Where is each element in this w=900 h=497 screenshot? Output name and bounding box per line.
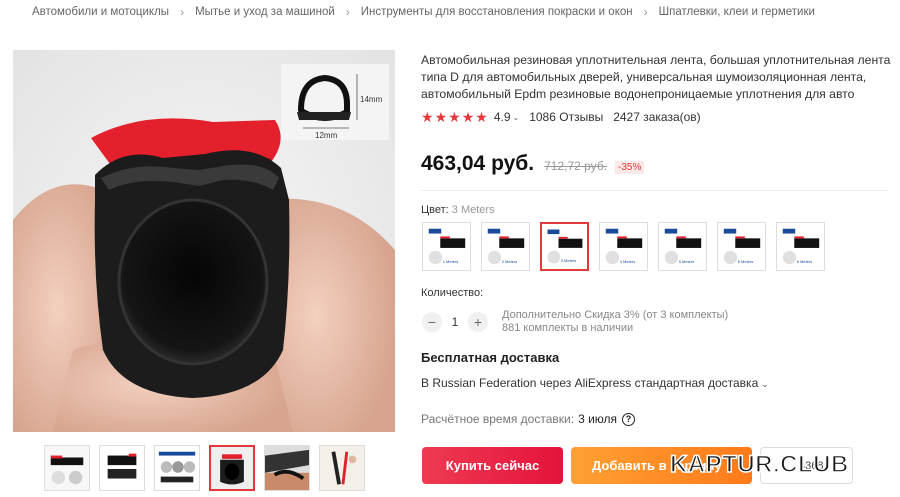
shipping-title: Бесплатная доставка (421, 350, 560, 365)
bulk-discount-note: Дополнительно Скидка 3% (от 3 комплекты) (502, 309, 729, 321)
reviews-link[interactable]: 1086 Отзывы (529, 110, 603, 124)
thumbnail-3[interactable] (154, 445, 200, 491)
shipping-method[interactable]: В Russian Federation через AliExpress ст… (421, 376, 769, 390)
color-variant-label: 1 Meters (442, 259, 459, 264)
chevron-down-icon: ⌄ (761, 379, 769, 389)
color-variant-label: 4 Meters (619, 259, 636, 264)
chevron-down-icon[interactable]: ⌄ (513, 113, 520, 122)
thumbnail-2[interactable] (99, 445, 145, 491)
orders-count: 2427 заказа(ов) (613, 110, 701, 124)
shipping-method-text: В Russian Federation через AliExpress ст… (421, 376, 759, 390)
color-variant-7[interactable]: 8 Meters (776, 222, 825, 271)
quantity-stepper: − 1 + Дополнительно Скидка 3% (от 3 комп… (422, 309, 728, 335)
height-dimension-label: 14mm (360, 95, 383, 104)
rating-value[interactable]: 4.9 (494, 110, 511, 124)
color-variant-label: 6 Meters (737, 259, 754, 264)
thumbnail-5[interactable] (264, 445, 310, 491)
old-price: 712,72 руб. (544, 159, 608, 173)
stock-count: 881 комплекты в наличии (502, 322, 634, 334)
breadcrumb: Автомобили и мотоциклы › Мытье и уход за… (32, 5, 900, 19)
color-variant-2[interactable]: 2 Meters (481, 222, 530, 271)
color-variant-5[interactable]: 5 Meters (658, 222, 707, 271)
breadcrumb-item-auto[interactable]: Автомобили и мотоциклы (32, 6, 169, 18)
rating-row: ★ ★ ★ ★ ★ 4.9 ⌄ 1086 Отзывы 2427 заказа(… (421, 110, 701, 124)
color-variant-label: 8 Meters (796, 259, 813, 264)
color-selected-value: 3 Meters (451, 204, 495, 216)
product-main-image[interactable]: 14mm 12mm (13, 50, 395, 432)
watermark-logo: KAPTUR.CLUB (669, 450, 849, 479)
question-circle-icon[interactable]: ? (622, 412, 636, 426)
discount-badge: -35% (615, 161, 645, 174)
color-variant-6[interactable]: 6 Meters (717, 222, 766, 271)
color-variants: 1 Meters 2 Meters 3 Meters 4 Meters 5 Meters… (422, 222, 825, 271)
divider (421, 190, 888, 191)
color-variant-label: 5 Meters (678, 259, 695, 264)
thumbnail-6[interactable] (319, 445, 365, 491)
delivery-estimate: Расчётное время доставки: 3 июля ? (421, 412, 636, 426)
color-variant-4[interactable]: 4 Meters (599, 222, 648, 271)
color-label: Цвет: 3 Meters (421, 204, 495, 216)
star-icon: ★ (421, 109, 434, 125)
chevron-right-icon: › (180, 5, 185, 19)
product-title: Автомобильная резиновая уплотнительная л… (421, 53, 891, 101)
price-row: 463,04 руб. 712,72 руб. -35% (421, 152, 645, 176)
breadcrumb-item-repair-tools[interactable]: Инструменты для восстановления покраски … (361, 6, 633, 18)
star-icon: ★ (448, 109, 461, 125)
current-price: 463,04 руб. (421, 152, 535, 175)
star-icon: ★ (434, 109, 448, 125)
breadcrumb-item-sealants[interactable]: Шпатлевки, клеи и герметики (659, 6, 815, 18)
rating-stars: ★ ★ ★ ★ ★ (421, 110, 488, 124)
delivery-estimate-label: Расчётное время доставки: (421, 412, 575, 426)
thumbnail-4-active[interactable] (209, 445, 255, 491)
delivery-estimate-value: 3 июля (578, 412, 618, 426)
color-variant-3[interactable]: 3 Meters (540, 222, 589, 271)
chevron-right-icon: › (643, 5, 648, 19)
color-variant-label: 3 Meters (560, 258, 577, 263)
quantity-value[interactable]: 1 (442, 315, 468, 329)
quantity-label: Количество: (421, 287, 484, 299)
star-icon: ★ (461, 109, 475, 125)
buy-now-button[interactable]: Купить сейчас (422, 447, 563, 484)
width-dimension-label: 12mm (315, 131, 338, 140)
thumbnail-1[interactable] (44, 445, 90, 491)
quantity-info: Дополнительно Скидка 3% (от 3 комплекты)… (502, 309, 728, 335)
star-icon: ★ (475, 109, 488, 125)
thumbnail-strip (44, 445, 365, 491)
quantity-minus-button[interactable]: − (422, 312, 442, 332)
quantity-plus-button[interactable]: + (468, 312, 488, 332)
color-label-text: Цвет: (421, 204, 449, 216)
color-variant-1[interactable]: 1 Meters (422, 222, 471, 271)
breadcrumb-item-car-wash[interactable]: Мытье и уход за машиной (195, 6, 335, 18)
color-variant-label: 2 Meters (501, 259, 518, 264)
chevron-right-icon: › (345, 5, 350, 19)
